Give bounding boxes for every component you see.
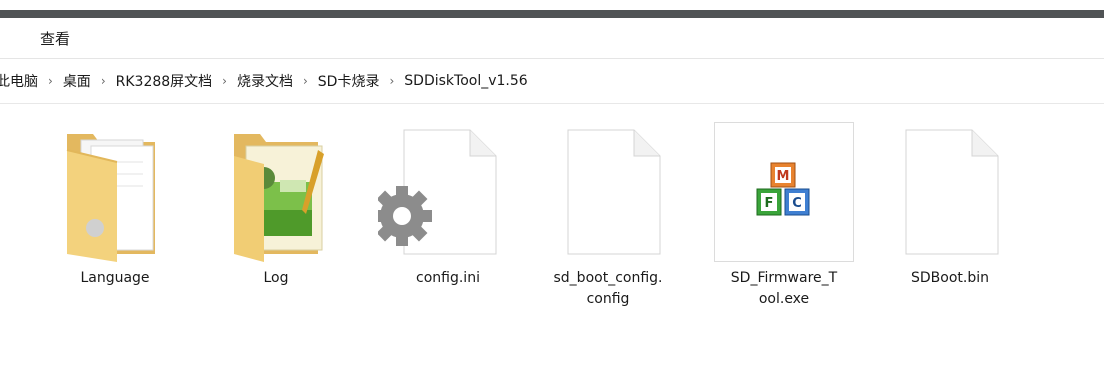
breadcrumb-item-sddisktool[interactable]: SDDiskTool_v1.56 <box>400 73 531 89</box>
file-name: config.ini <box>416 270 480 286</box>
breadcrumb-item-desktop[interactable]: 桌面 <box>59 71 95 91</box>
folder-icon <box>45 122 185 262</box>
file-name: sd_boot_config. config <box>553 270 663 307</box>
address-bar[interactable]: 此电脑 › 桌面 › RK3288屏文档 › 烧录文档 › SD卡烧录 › SD… <box>0 59 1104 104</box>
svg-text:C: C <box>792 196 802 211</box>
blank-file-icon <box>880 122 1020 262</box>
file-name: SDBoot.bin <box>911 270 989 286</box>
chevron-right-icon[interactable]: › <box>383 74 400 88</box>
file-name: Log <box>263 270 289 286</box>
title-bar <box>0 0 1104 10</box>
file-list: Language Log config.ini sd_boot_config. … <box>0 104 1104 382</box>
ribbon-divider <box>0 10 1104 18</box>
breadcrumb-item-sd-flash[interactable]: SD卡烧录 <box>314 71 384 91</box>
chevron-right-icon[interactable]: › <box>297 74 314 88</box>
chevron-right-icon[interactable]: › <box>95 74 112 88</box>
chevron-right-icon[interactable]: › <box>216 74 233 88</box>
file-name: SD_Firmware_T ool.exe <box>730 270 838 307</box>
ribbon-tabs: 查看 <box>0 18 1104 59</box>
breadcrumb-item-flash-docs[interactable]: 烧录文档 <box>233 71 297 91</box>
blank-file-icon <box>538 122 678 262</box>
breadcrumb: 此电脑 › 桌面 › RK3288屏文档 › 烧录文档 › SD卡烧录 › SD… <box>0 71 532 91</box>
breadcrumb-item-this-pc[interactable]: 此电脑 <box>0 71 42 91</box>
file-name: Language <box>80 270 150 286</box>
chevron-right-icon[interactable]: › <box>42 74 59 88</box>
gear-file-icon <box>372 122 518 262</box>
breadcrumb-item-rk3288-docs[interactable]: RK3288屏文档 <box>112 71 217 91</box>
notepad-folder-icon <box>206 122 346 262</box>
svg-text:M: M <box>777 169 790 184</box>
mfc-app-icon: M F C <box>714 122 854 262</box>
tab-view[interactable]: 查看 <box>40 28 70 49</box>
svg-text:F: F <box>765 196 774 211</box>
